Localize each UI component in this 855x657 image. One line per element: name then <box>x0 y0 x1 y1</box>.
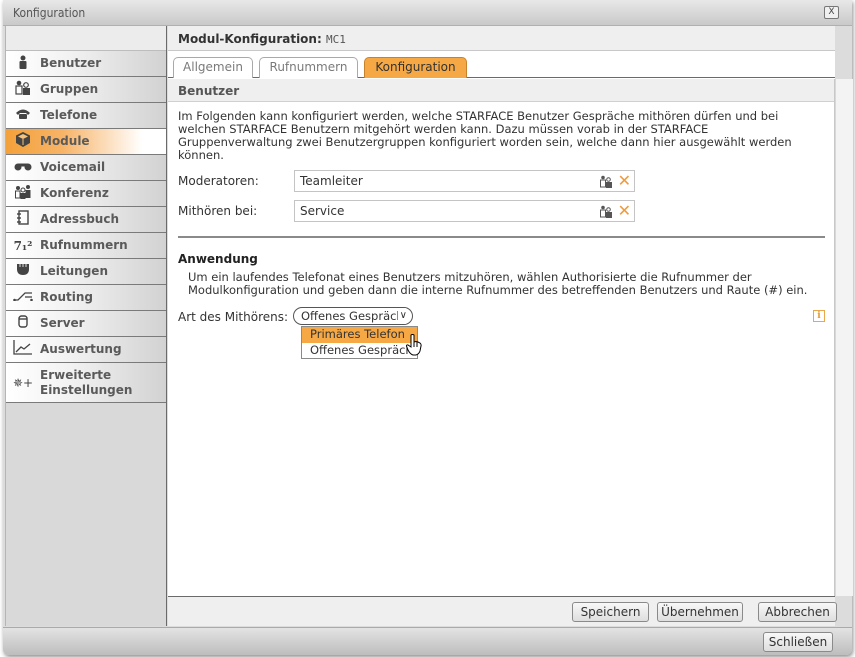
tab-content: Benutzer Im Folgenden kann konfiguriert … <box>168 79 835 596</box>
addressbook-icon <box>6 210 40 229</box>
action-footer: Speichern Übernehmen Abbrechen <box>168 596 837 626</box>
section-description: Im Folgenden kann konfiguriert werden, w… <box>178 109 792 162</box>
sidebar-item-voicemail[interactable]: Voicemail <box>6 155 166 181</box>
numbers-icon: 7₁² <box>13 238 33 253</box>
voicemail-icon <box>6 160 40 175</box>
anwendung-text: Um ein laufendes Telefonat eines Benutze… <box>188 270 808 297</box>
sidebar-header <box>6 26 166 51</box>
mithoeren-value: Service <box>300 204 345 218</box>
dropdown-option-offenes-gespraech[interactable]: Offenes Gespräch <box>302 343 417 359</box>
tab-rufnummern[interactable]: Rufnummern <box>259 57 358 78</box>
cancel-button[interactable]: Abbrechen <box>758 602 837 622</box>
routing-icon <box>6 290 40 305</box>
scrollbar-track[interactable] <box>835 79 853 596</box>
sidebar-item-benutzer[interactable]: Benutzer <box>6 51 166 77</box>
module-header: Modul-Konfiguration: MC1 <box>168 26 835 51</box>
sidebar-item-label: Auswertung <box>40 342 122 356</box>
sidebar-item-label: Telefone <box>40 108 98 122</box>
moderatoren-value: Teamleiter <box>300 174 363 188</box>
sidebar-item-routing[interactable]: Routing <box>6 285 166 311</box>
tab-konfiguration[interactable]: Konfiguration <box>364 57 467 78</box>
mode-label: Art des Mithörens: <box>178 310 289 324</box>
sidebar-item-server[interactable]: Server <box>6 311 166 337</box>
sidebar-item-label: Routing <box>40 290 94 304</box>
select-group-icon[interactable] <box>600 175 612 188</box>
moderatoren-label: Moderatoren: <box>178 174 259 188</box>
mode-select[interactable]: Offenes Gespräch ∨ <box>293 307 413 325</box>
chart-icon <box>6 340 40 359</box>
conference-icon <box>6 184 40 203</box>
dropdown-option-primaeres-telefon[interactable]: Primäres Telefon <box>302 327 417 343</box>
sidebar-item-label: Leitungen <box>40 264 108 278</box>
info-icon[interactable]: i <box>813 310 825 322</box>
moderatoren-field[interactable]: Teamleiter ✕ <box>294 170 635 192</box>
sidebar-item-label: Rufnummern <box>40 238 128 252</box>
clear-icon[interactable]: ✕ <box>618 172 631 190</box>
mode-selected-value: Offenes Gespräch <box>301 309 404 323</box>
mode-dropdown-list: Primäres Telefon Offenes Gespräch <box>301 326 418 359</box>
sidebar-item-label: Module <box>40 134 90 148</box>
module-header-title: Modul-Konfiguration: <box>178 32 322 46</box>
sidebar-item-konferenz[interactable]: Konferenz <box>6 181 166 207</box>
module-header-value: MC1 <box>325 33 346 46</box>
clear-icon[interactable]: ✕ <box>618 202 631 220</box>
title-bar: Konfiguration X <box>3 0 852 26</box>
window-bottom-bar: Schließen <box>3 627 852 655</box>
sidebar: Benutzer Gruppen Telefone Module Voicema… <box>5 26 167 626</box>
sidebar-item-erweiterte-einstellungen[interactable]: ✵+ Erweiterte Einstellungen <box>6 363 166 403</box>
sidebar-item-label: Server <box>40 316 85 330</box>
section-divider <box>178 236 825 238</box>
anwendung-title: Anwendung <box>178 252 258 266</box>
phone-icon <box>6 108 40 123</box>
close-button[interactable]: Schließen <box>763 632 833 652</box>
user-icon <box>6 55 40 73</box>
sidebar-item-rufnummern[interactable]: 7₁² Rufnummern <box>6 233 166 259</box>
apply-button[interactable]: Übernehmen <box>657 602 743 622</box>
server-icon <box>6 315 40 332</box>
module-cube-icon <box>6 132 40 151</box>
select-group-icon[interactable] <box>600 205 612 218</box>
sidebar-item-label: Erweiterte Einstellungen <box>40 367 133 397</box>
sidebar-item-module[interactable]: Module <box>6 129 166 155</box>
moderatoren-row: Moderatoren: Teamleiter ✕ <box>178 170 638 192</box>
main-panel: Modul-Konfiguration: MC1 Allgemein Rufnu… <box>168 26 853 626</box>
sidebar-item-label: Konferenz <box>40 186 109 200</box>
mithoeren-row: Mithören bei: Service ✕ <box>178 200 638 222</box>
advanced-settings-icon: ✵+ <box>12 375 34 390</box>
sidebar-item-label: Voicemail <box>40 160 106 174</box>
mithoeren-field[interactable]: Service ✕ <box>294 200 635 222</box>
save-button[interactable]: Speichern <box>572 602 649 622</box>
tab-allgemein[interactable]: Allgemein <box>173 57 253 78</box>
configuration-window: Konfiguration X Benutzer Gruppen Telefon… <box>3 0 853 655</box>
module-header-label: Modul-Konfiguration: MC1 <box>178 32 346 46</box>
close-window-icon[interactable]: X <box>824 6 839 19</box>
section-title: Benutzer <box>178 84 240 98</box>
section-title-bar: Benutzer <box>168 79 834 102</box>
chevron-down-icon: ∨ <box>397 308 407 324</box>
sidebar-item-adressbuch[interactable]: Adressbuch <box>6 207 166 233</box>
sidebar-item-gruppen[interactable]: Gruppen <box>6 77 166 103</box>
sidebar-item-leitungen[interactable]: Leitungen <box>6 259 166 285</box>
hand-cursor-icon <box>406 334 422 356</box>
mithoeren-label: Mithören bei: <box>178 204 258 218</box>
sidebar-item-label: Adressbuch <box>40 212 120 226</box>
tab-bar: Allgemein Rufnummern Konfiguration <box>168 51 835 78</box>
lines-plug-icon <box>6 264 40 279</box>
sidebar-item-label: Gruppen <box>40 82 99 96</box>
sidebar-item-auswertung[interactable]: Auswertung <box>6 337 166 363</box>
sidebar-item-telefone[interactable]: Telefone <box>6 103 166 129</box>
sidebar-item-label: Benutzer <box>40 56 102 70</box>
window-title: Konfiguration <box>13 6 86 20</box>
group-icon <box>6 80 40 99</box>
